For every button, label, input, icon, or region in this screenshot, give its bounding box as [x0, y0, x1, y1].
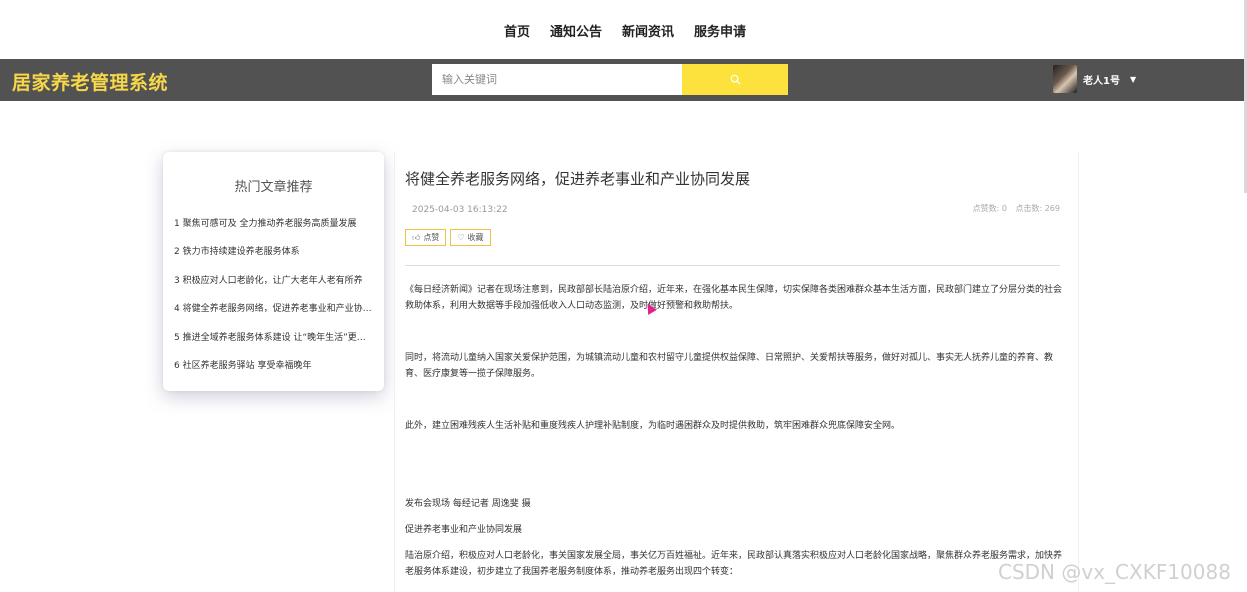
article-stats: 点赞数: 0 点击数: 269	[967, 203, 1060, 214]
article-paragraph: 同时，将流动儿童纳入国家关爱保护范围，为城镇流动儿童和农村留守儿童提供权益保障、…	[405, 353, 1054, 379]
list-item[interactable]: 3 积极应对人口老龄化，让广大老年人老有所养	[174, 269, 374, 297]
article-paragraph: 此外，建立困难残疾人生活补贴和重度残疾人护理补贴制度，为临时遇困群众及时提供救助…	[405, 421, 901, 431]
thumbs-up-icon: 👍︎	[412, 232, 421, 242]
article-date: 2025-04-03 16:13:22	[412, 205, 508, 215]
list-item[interactable]: 4 将健全养老服务网络，促进养老事业和产业协同发展	[174, 297, 374, 325]
avatar	[1053, 65, 1077, 93]
user-menu[interactable]: 老人1号 ▼	[1053, 65, 1136, 93]
nav-notices[interactable]: 通知公告	[550, 19, 602, 40]
list-item[interactable]: 6 社区养老服务驿站 享受幸福晚年	[174, 354, 374, 382]
top-navigation: 首页 通知公告 新闻资讯 服务申请	[0, 0, 1247, 59]
list-item[interactable]: 5 推进全域养老服务体系建设 让“晚年生活”更美好	[174, 326, 374, 354]
article-paragraph: 促进养老事业和产业协同发展	[405, 525, 523, 535]
article-paragraph: 发布会现场 每经记者 周逸斐 摄	[405, 499, 531, 509]
article-paragraph: 陆治原介绍，积极应对人口老龄化，事关国家发展全局，事关亿万百姓福祉。近年来，民政…	[405, 551, 1063, 577]
article-paragraph: 《每日经济新闻》记者在现场注意到，民政部部长陆治原介绍，近年来，在强化基本民生保…	[405, 285, 1063, 311]
like-button-label: 点赞	[423, 233, 440, 242]
hot-articles-card: 热门文章推荐 1 聚焦可感可及 全力推动养老服务高质量发展 2 铁力市持续建设养…	[163, 152, 384, 391]
article-actions: 👍︎ 点赞 ♡ 收藏	[405, 229, 491, 246]
list-item[interactable]: 1 聚焦可感可及 全力推动养老服务高质量发展	[174, 212, 374, 240]
search-button[interactable]	[682, 64, 788, 95]
heart-icon: ♡	[457, 233, 465, 242]
hot-articles-title: 热门文章推荐	[234, 180, 313, 195]
site-title[interactable]: 居家养老管理系统	[12, 68, 168, 95]
search-icon	[730, 74, 740, 85]
article-panel: 将健全养老服务网络，促进养老事业和产业协同发展 2025-04-03 16:13…	[394, 152, 1079, 592]
hot-articles-list: 1 聚焦可感可及 全力推动养老服务高质量发展 2 铁力市持续建设养老服务体系 3…	[174, 212, 374, 382]
nav-news[interactable]: 新闻资讯	[622, 19, 674, 40]
favorite-button-label: 收藏	[467, 233, 484, 242]
click-count: 点击数: 269	[1015, 204, 1060, 213]
nav-home[interactable]: 首页	[504, 19, 530, 40]
search-input[interactable]	[432, 64, 682, 95]
like-count: 点赞数: 0	[972, 204, 1007, 213]
article-title: 将健全养老服务网络，促进养老事业和产业协同发展	[405, 170, 751, 188]
divider	[405, 265, 1060, 266]
header-bar: 居家养老管理系统 老人1号 ▼	[0, 59, 1247, 101]
watermark: CSDN @vx_CXKF10088	[998, 560, 1231, 584]
list-item[interactable]: 2 铁力市持续建设养老服务体系	[174, 240, 374, 268]
favorite-button[interactable]: ♡ 收藏	[450, 229, 491, 246]
like-button[interactable]: 👍︎ 点赞	[405, 229, 447, 246]
nav-service-apply[interactable]: 服务申请	[694, 19, 746, 40]
caret-down-icon: ▼	[1129, 74, 1137, 84]
user-name: 老人1号	[1083, 75, 1120, 87]
